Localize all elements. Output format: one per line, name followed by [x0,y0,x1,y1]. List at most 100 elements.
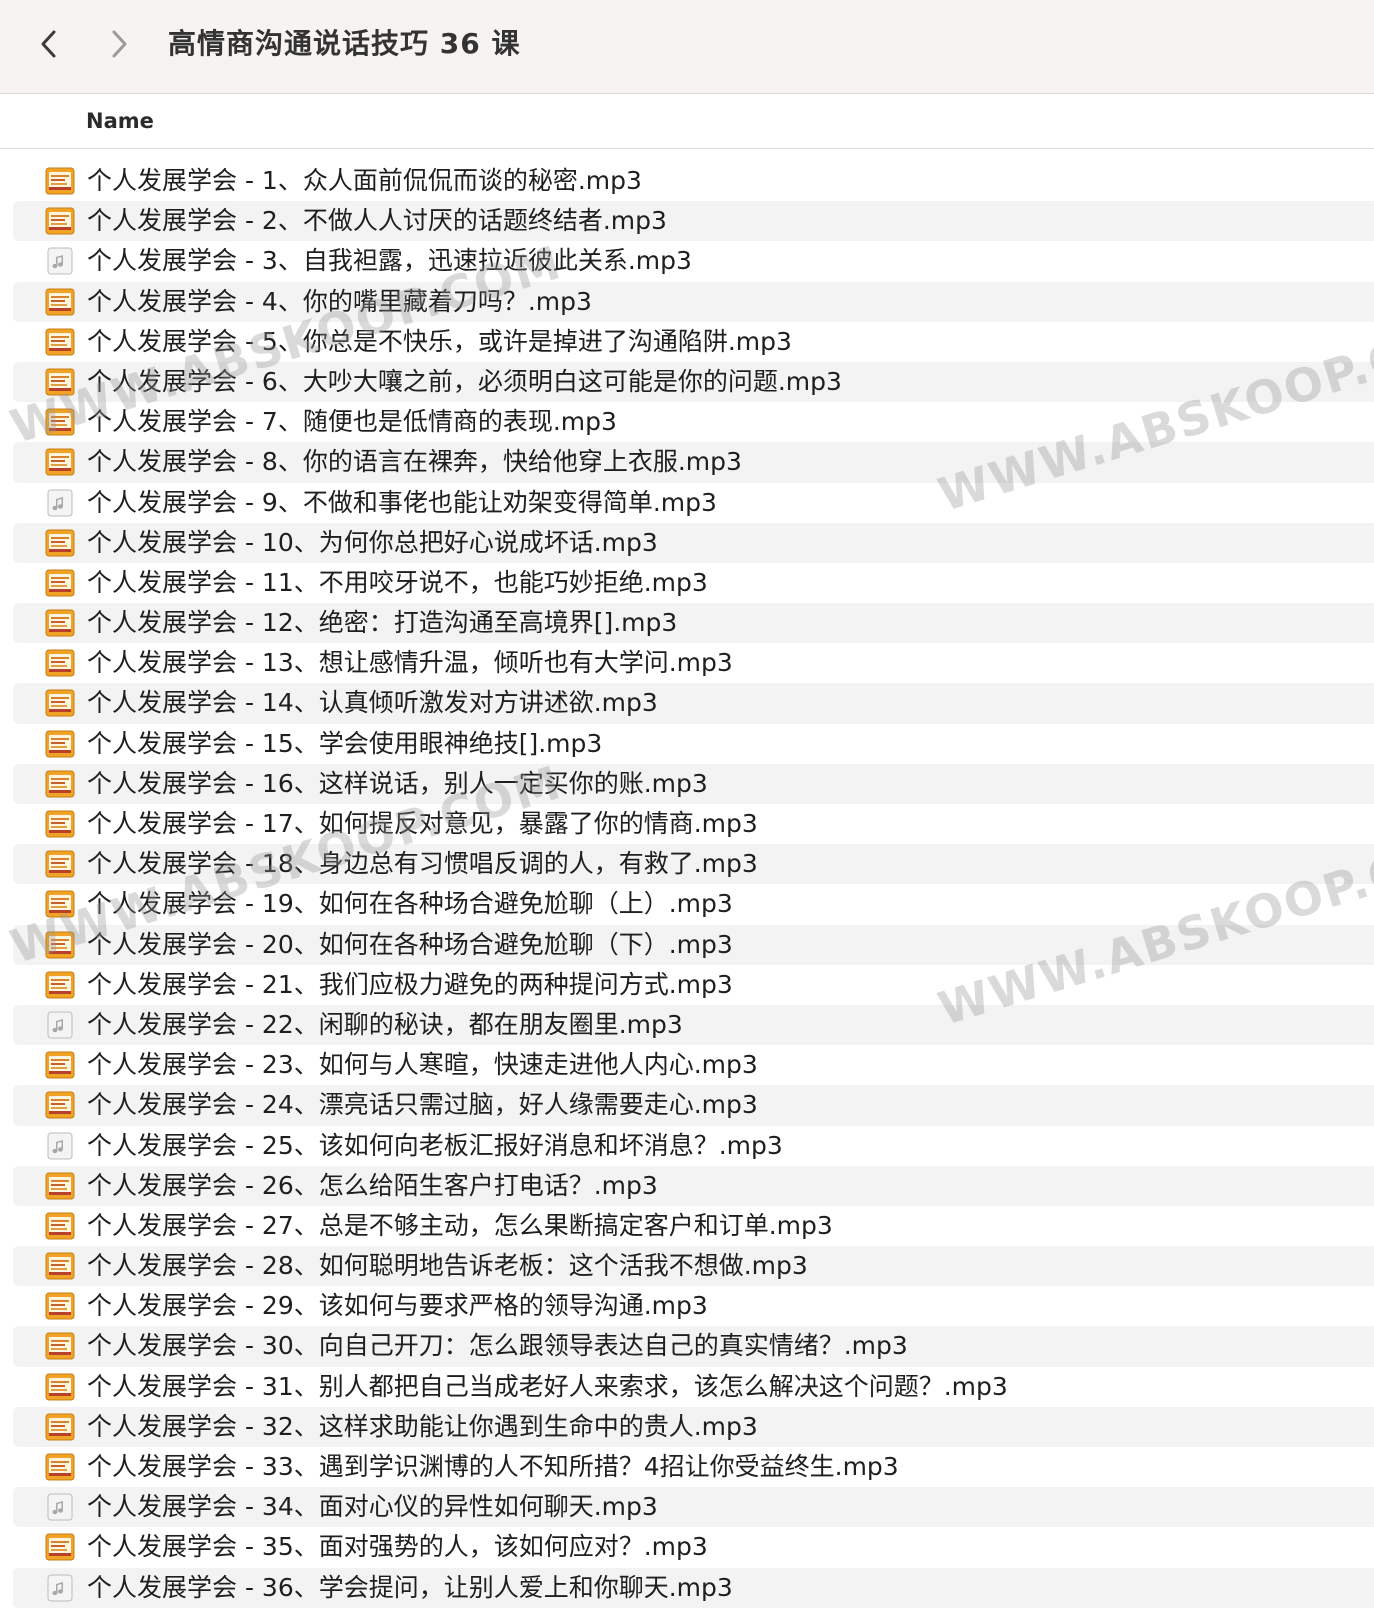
file-name: 个人发展学会 - 5、你总是不快乐，或许是掉进了沟通陷阱.mp3 [87,326,792,356]
file-row[interactable]: 个人发展学会 - 19、如何在各种场合避免尬聊（上）.mp3 [13,884,1374,924]
audio-artwork-icon [45,809,75,839]
file-name: 个人发展学会 - 21、我们应极力避免的两种提问方式.mp3 [87,969,733,999]
file-row[interactable]: 个人发展学会 - 27、总是不够主动，怎么果断搞定客户和订单.mp3 [13,1206,1374,1246]
file-name: 个人发展学会 - 4、你的嘴里藏着刀吗？.mp3 [87,286,592,316]
file-row[interactable]: 个人发展学会 - 9、不做和事佬也能让劝架变得简单.mp3 [13,483,1374,523]
audio-artwork-icon [45,648,75,678]
file-row[interactable]: 个人发展学会 - 14、认真倾听激发对方讲述欲.mp3 [13,683,1374,724]
file-row[interactable]: 个人发展学会 - 1、众人面前侃侃而谈的秘密.mp3 [13,161,1374,201]
file-row[interactable]: 个人发展学会 - 20、如何在各种场合避免尬聊（下）.mp3 [13,924,1374,965]
file-row[interactable]: 个人发展学会 - 18、身边总有习惯唱反调的人，有救了.mp3 [13,844,1374,885]
file-name: 个人发展学会 - 32、这样求助能让你遇到生命中的贵人.mp3 [87,1411,758,1441]
file-row[interactable]: 个人发展学会 - 7、随便也是低情商的表现.mp3 [13,402,1374,442]
file-row[interactable]: 个人发展学会 - 24、漂亮话只需过脑，好人缘需要走心.mp3 [13,1085,1374,1126]
audio-artwork-icon [45,447,75,477]
file-row[interactable]: 个人发展学会 - 17、如何提反对意见，暴露了你的情商.mp3 [13,804,1374,844]
file-list: 个人发展学会 - 1、众人面前侃侃而谈的秘密.mp3 个人发展学会 - 2、不做… [0,161,1374,1608]
file-name: 个人发展学会 - 9、不做和事佬也能让劝架变得简单.mp3 [87,487,717,517]
audio-artwork-icon [45,608,75,638]
file-row[interactable]: 个人发展学会 - 22、闲聊的秘诀，都在朋友圈里.mp3 [13,1004,1374,1046]
file-name: 个人发展学会 - 14、认真倾听激发对方讲述欲.mp3 [87,688,658,718]
audio-artwork-icon [45,206,75,236]
file-name: 个人发展学会 - 19、如何在各种场合避免尬聊（上）.mp3 [87,889,733,919]
audio-artwork-icon [45,1291,75,1321]
audio-artwork-icon [45,287,75,317]
file-name: 个人发展学会 - 23、如何与人寒暄，快速走进他人内心.mp3 [87,1050,758,1080]
file-row[interactable]: 个人发展学会 - 10、为何你总把好心说成坏话.mp3 [13,522,1374,563]
window-title: 高情商沟通说话技巧 36 课 [168,27,521,60]
file-name: 个人发展学会 - 18、身边总有习惯唱反调的人，有救了.mp3 [87,849,758,879]
audio-artwork-icon [45,729,75,759]
file-name: 个人发展学会 - 35、面对强势的人，该如何应对？.mp3 [87,1532,708,1562]
file-row[interactable]: 个人发展学会 - 32、这样求助能让你遇到生命中的贵人.mp3 [13,1406,1374,1447]
audio-artwork-icon [45,166,75,196]
audio-generic-icon [45,1131,75,1161]
file-name: 个人发展学会 - 34、面对心仪的异性如何聊天.mp3 [87,1492,658,1522]
file-row[interactable]: 个人发展学会 - 34、面对心仪的异性如何聊天.mp3 [13,1487,1374,1528]
file-name: 个人发展学会 - 15、学会使用眼神绝技[].mp3 [87,728,603,758]
column-header-name[interactable]: Name [86,94,154,149]
file-row[interactable]: 个人发展学会 - 30、向自己开刀：怎么跟领导表达自己的真实情绪？.mp3 [13,1326,1374,1367]
file-row[interactable]: 个人发展学会 - 28、如何聪明地告诉老板：这个活我不想做.mp3 [13,1246,1374,1287]
file-row[interactable]: 个人发展学会 - 11、不用咬牙说不，也能巧妙拒绝.mp3 [13,563,1374,603]
file-name: 个人发展学会 - 11、不用咬牙说不，也能巧妙拒绝.mp3 [87,567,708,597]
back-button[interactable] [30,22,66,66]
audio-artwork-icon [45,407,75,437]
file-name: 个人发展学会 - 7、随便也是低情商的表现.mp3 [87,407,617,437]
audio-artwork-icon [45,367,75,397]
file-row[interactable]: 个人发展学会 - 3、自我袒露，迅速拉近彼此关系.mp3 [13,241,1374,281]
audio-artwork-icon [45,769,75,799]
audio-artwork-icon [45,1452,75,1482]
file-row[interactable]: 个人发展学会 - 12、绝密：打造沟通至高境界[].mp3 [13,603,1374,644]
audio-artwork-icon [45,1331,75,1361]
audio-artwork-icon [45,930,75,960]
file-row[interactable]: 个人发展学会 - 26、怎么给陌生客户打电话？.mp3 [13,1165,1374,1206]
file-row[interactable]: 个人发展学会 - 6、大吵大嚷之前，必须明白这可能是你的问题.mp3 [13,361,1374,403]
file-row[interactable]: 个人发展学会 - 23、如何与人寒暄，快速走进他人内心.mp3 [13,1045,1374,1085]
file-name: 个人发展学会 - 17、如何提反对意见，暴露了你的情商.mp3 [87,809,758,838]
audio-artwork-icon [45,849,75,879]
audio-artwork-icon [45,1532,75,1562]
file-row[interactable]: 个人发展学会 - 36、学会提问，让别人爱上和你聊天.mp3 [13,1567,1374,1608]
file-name: 个人发展学会 - 12、绝密：打造沟通至高境界[].mp3 [87,608,678,638]
file-row[interactable]: 个人发展学会 - 5、你总是不快乐，或许是掉进了沟通陷阱.mp3 [13,322,1374,362]
audio-artwork-icon [45,1412,75,1442]
forward-button[interactable] [102,22,138,66]
audio-generic-icon [45,246,75,276]
chevron-left-icon [41,30,56,58]
file-row[interactable]: 个人发展学会 - 29、该如何与要求严格的领导沟通.mp3 [13,1286,1374,1326]
file-row[interactable]: 个人发展学会 - 21、我们应极力避免的两种提问方式.mp3 [13,965,1374,1005]
file-name: 个人发展学会 - 28、如何聪明地告诉老板：这个活我不想做.mp3 [87,1251,808,1281]
file-name: 个人发展学会 - 6、大吵大嚷之前，必须明白这可能是你的问题.mp3 [87,366,842,396]
file-name: 个人发展学会 - 30、向自己开刀：怎么跟领导表达自己的真实情绪？.mp3 [87,1331,908,1361]
file-name: 个人发展学会 - 29、该如何与要求严格的领导沟通.mp3 [87,1291,708,1321]
file-row[interactable]: 个人发展学会 - 15、学会使用眼神绝技[].mp3 [13,724,1374,764]
audio-artwork-icon [45,327,75,357]
chevron-right-icon [112,30,127,58]
file-name: 个人发展学会 - 31、别人都把自己当成老好人来索求，该怎么解决这个问题？.mp… [87,1371,1008,1401]
file-row[interactable]: 个人发展学会 - 4、你的嘴里藏着刀吗？.mp3 [13,281,1374,322]
audio-artwork-icon [45,568,75,598]
file-row[interactable]: 个人发展学会 - 25、该如何向老板汇报好消息和坏消息？.mp3 [13,1126,1374,1166]
file-name: 个人发展学会 - 16、这样说话，别人一定买你的账.mp3 [87,768,708,798]
audio-artwork-icon [45,528,75,558]
audio-artwork-icon [45,1171,75,1201]
file-row[interactable]: 个人发展学会 - 33、遇到学识渊博的人不知所措？4招让你受益终生.mp3 [13,1447,1374,1487]
file-row[interactable]: 个人发展学会 - 16、这样说话，别人一定买你的账.mp3 [13,763,1374,804]
file-row[interactable]: 个人发展学会 - 35、面对强势的人，该如何应对？.mp3 [13,1527,1374,1567]
file-name: 个人发展学会 - 1、众人面前侃侃而谈的秘密.mp3 [87,166,642,195]
file-name: 个人发展学会 - 20、如何在各种场合避免尬聊（下）.mp3 [87,929,733,959]
file-name: 个人发展学会 - 26、怎么给陌生客户打电话？.mp3 [87,1170,658,1200]
audio-artwork-icon [45,1211,75,1241]
audio-artwork-icon [45,1090,75,1120]
file-row[interactable]: 个人发展学会 - 31、别人都把自己当成老好人来索求，该怎么解决这个问题？.mp… [13,1367,1374,1407]
file-row[interactable]: 个人发展学会 - 13、想让感情升温，倾听也有大学问.mp3 [13,643,1374,683]
file-name: 个人发展学会 - 24、漂亮话只需过脑，好人缘需要走心.mp3 [87,1090,758,1120]
audio-artwork-icon [45,889,75,919]
audio-artwork-icon [45,970,75,1000]
audio-generic-icon [45,1010,75,1040]
file-row[interactable]: 个人发展学会 - 8、你的语言在裸奔，快给他穿上衣服.mp3 [13,442,1374,483]
audio-generic-icon [45,1573,75,1603]
file-name: 个人发展学会 - 25、该如何向老板汇报好消息和坏消息？.mp3 [87,1130,783,1160]
file-row[interactable]: 个人发展学会 - 2、不做人人讨厌的话题终结者.mp3 [13,201,1374,242]
